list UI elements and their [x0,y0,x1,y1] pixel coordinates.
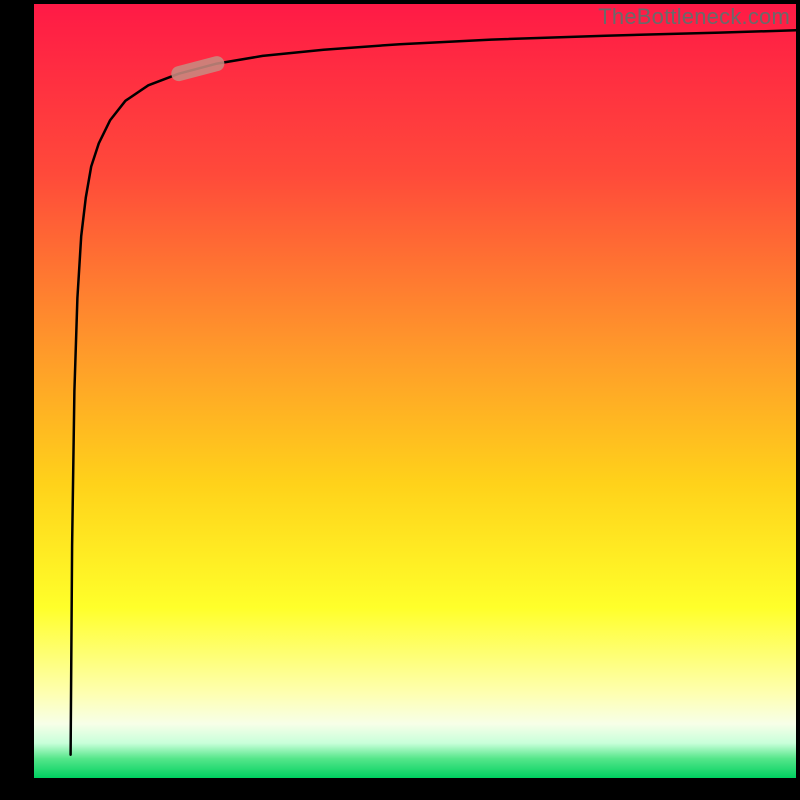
watermark-text: TheBottleneck.com [598,4,790,30]
highlight-marker [179,64,217,74]
chart-background [34,4,796,778]
chart-svg [0,0,800,800]
chart-container: TheBottleneck.com [0,0,800,800]
